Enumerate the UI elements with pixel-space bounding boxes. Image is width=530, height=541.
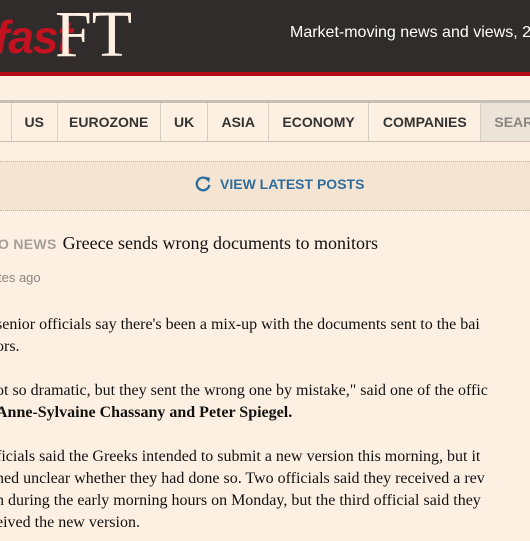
nav-item-economy[interactable]: ECONOMY xyxy=(267,103,368,141)
article-paragraph-3-line-1: ficials said the Greeks intended to subm… xyxy=(0,448,481,465)
article-paragraph-2-line-2: Anne-Sylvaine Chassany and Peter Spiegel… xyxy=(0,402,292,424)
nav-item-asia[interactable]: ASIA xyxy=(207,103,268,141)
article-paragraph-1-line-2: ors. xyxy=(0,338,20,355)
view-latest-posts-button[interactable]: VIEW LATEST POSTS xyxy=(194,175,364,193)
article-tag[interactable]: O NEWS xyxy=(0,236,57,252)
article-paragraph-3-line-2: ned unclear whether they had done so. Tw… xyxy=(0,470,485,487)
article-header: O NEWS Greece sends wrong documents to mo… xyxy=(0,233,378,254)
article-paragraph-3-line-4: eived the new version. xyxy=(0,514,140,531)
article-authors-end: . xyxy=(288,404,293,421)
view-latest-posts-label: VIEW LATEST POSTS xyxy=(220,176,365,192)
section-nav: US EUROZONE UK ASIA ECONOMY COMPANIES SE… xyxy=(0,100,530,142)
header-accent-bar xyxy=(0,72,530,76)
nav-item-uk[interactable]: UK xyxy=(159,103,208,141)
nav-item-companies[interactable]: COMPANIES xyxy=(368,103,480,141)
nav-item-partial[interactable] xyxy=(0,103,11,141)
article-timestamp: tes ago xyxy=(0,270,41,285)
refresh-icon xyxy=(195,176,211,192)
fastft-logo-ft[interactable]: FT xyxy=(55,2,132,68)
article-paragraph-3-line-3: n during the early morning hours on Mond… xyxy=(0,492,481,509)
header-tagline: Market-moving news and views, 24 xyxy=(290,24,530,41)
nav-item-eurozone[interactable]: EUROZONE xyxy=(56,103,160,141)
nav-item-us[interactable]: US xyxy=(10,103,57,141)
article-authors: Anne-Sylvaine Chassany and Peter Spiegel xyxy=(0,404,289,421)
article-paragraph-2-line-1: ot so dramatic, but they sent the wrong … xyxy=(0,382,488,399)
nav-search[interactable]: SEAR xyxy=(480,103,530,141)
article-paragraph-1-line-1: senior officials say there's been a mix-… xyxy=(0,316,480,333)
article-headline[interactable]: Greece sends wrong documents to monitors xyxy=(63,233,378,253)
